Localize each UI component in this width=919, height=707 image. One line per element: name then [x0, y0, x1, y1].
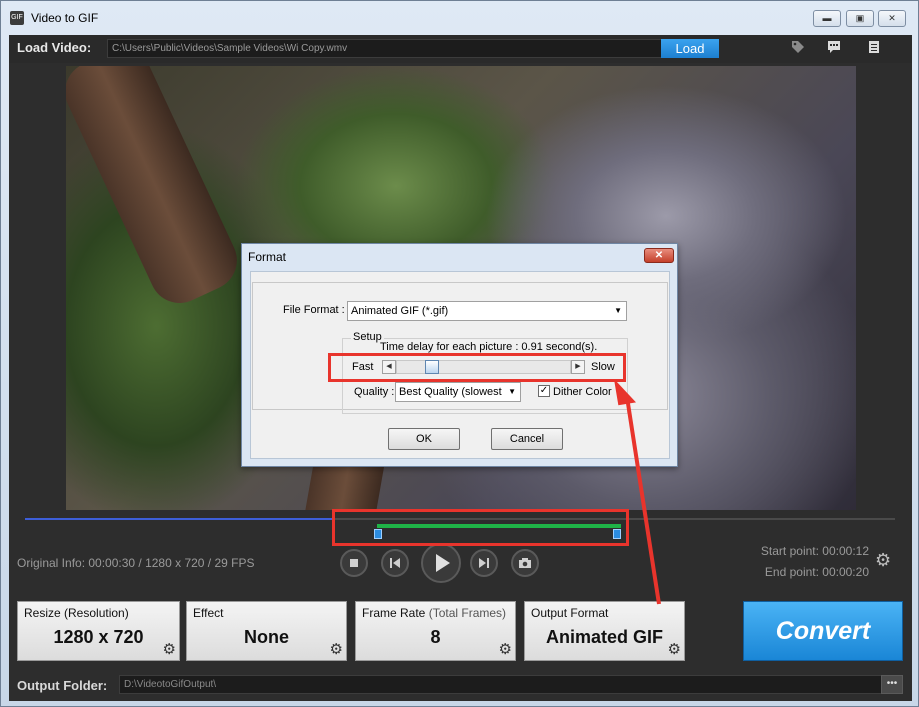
- annotation-arrow: [613, 378, 661, 605]
- app-window: GIF Video to GIF ▬ ▣ ✕ Load Video: C:\Us…: [0, 0, 919, 707]
